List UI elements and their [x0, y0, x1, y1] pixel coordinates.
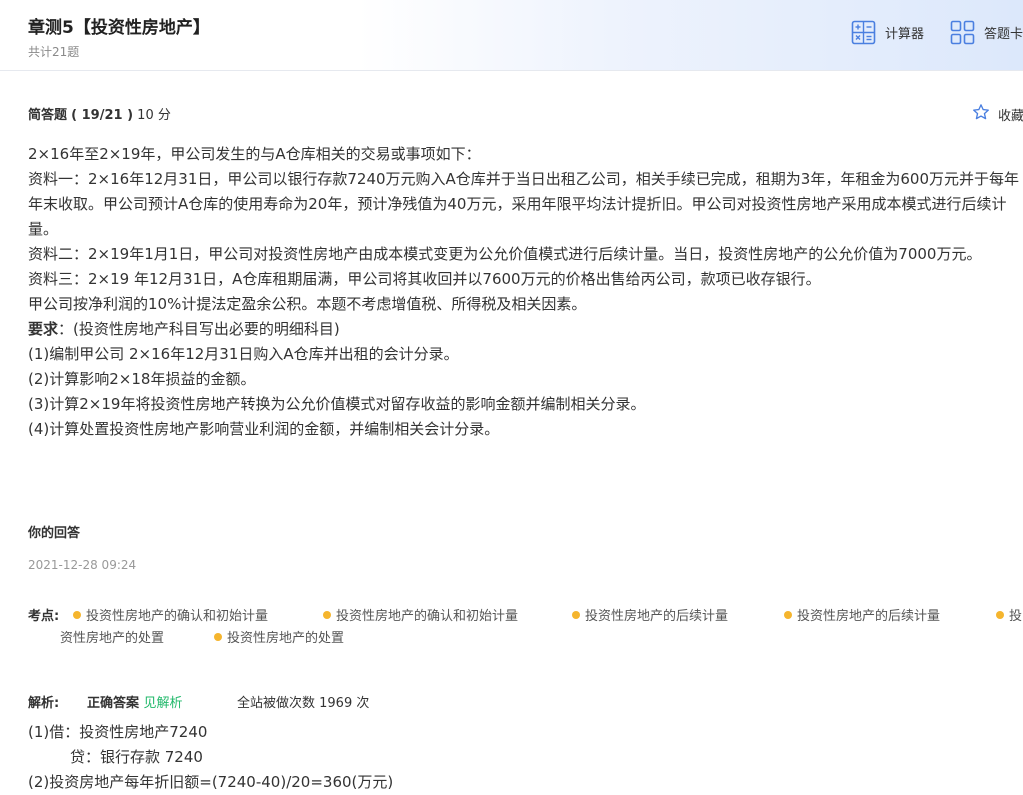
requirement-line: 要求：(投资性房地产科目写出必要的明细科目): [28, 317, 1023, 342]
page-title: 章测5【投资性房地产】: [28, 18, 210, 38]
question-stem: 2×16年至2×19年，甲公司发生的与A仓库相关的交易或事项如下： 资料一：2×…: [28, 142, 1023, 442]
question-score: 10 分: [137, 108, 171, 123]
dot-icon: [572, 611, 580, 619]
dot-icon: [73, 611, 81, 619]
stem-paragraph: 甲公司按净利润的10%计提法定盈余公积。本题不考虑增值税、所得税及相关因素。: [28, 295, 587, 313]
answer-date: 2021-12-28 09:24: [28, 558, 137, 572]
question-header: 简答题 ( 19/21 ) 10 分: [28, 104, 171, 123]
your-answer-title: 你的回答: [28, 526, 81, 541]
analysis-label: 解析:: [28, 696, 60, 711]
knowledge-point-item[interactable]: 投资性房地产的后续计量: [784, 606, 940, 628]
stem-paragraph: 资料三：2×19 年12月31日，A仓库租期届满，甲公司将其收回并以7600万元…: [28, 270, 821, 288]
favorite-button[interactable]: 收藏: [972, 103, 1023, 125]
page-header: 章测5【投资性房地产】 共计21题 计算器 答题卡: [0, 0, 1023, 71]
stem-paragraph: 资料二：2×19年1月1日，甲公司对投资性房地产由成本模式变更为公允价值模式进行…: [28, 245, 982, 263]
favorite-label: 收藏: [998, 108, 1023, 124]
requirement-item: (1)编制甲公司 2×16年12月31日购入A仓库并出租的会计分录。: [28, 345, 459, 363]
knowledge-points-label: 考点:: [28, 609, 60, 624]
requirement-item: (4)计算处置投资性房地产影响营业利润的金额，并编制相关会计分录。: [28, 420, 500, 438]
calculator-label: 计算器: [885, 27, 925, 42]
star-icon: [972, 103, 990, 125]
solution-text: (1)借：投资性房地产7240 贷：银行存款 7240 (2)投资房地产每年折旧…: [28, 720, 393, 795]
dot-icon: [323, 611, 331, 619]
knowledge-point-item[interactable]: 投资性房地产的处置: [214, 628, 344, 650]
requirement-item: (2)计算影响2×18年损益的金额。: [28, 370, 256, 388]
requirement-item: (3)计算2×19年将投资性房地产转换为公允价值模式对留存收益的影响金额并编制相…: [28, 395, 646, 413]
solution-line: (1)借：投资性房地产7240: [28, 723, 208, 741]
grid-icon: [950, 20, 975, 45]
attempt-count: 全站被做次数 1969 次: [237, 696, 370, 711]
answer-card-button[interactable]: 答题卡: [950, 20, 1023, 45]
stem-paragraph: 2×16年至2×19年，甲公司发生的与A仓库相关的交易或事项如下：: [28, 145, 481, 163]
requirement-label: 要求: [28, 320, 59, 338]
calculator-button[interactable]: 计算器: [851, 20, 924, 45]
solution-line: (2)投资房地产每年折旧额=(7240-40)/20=360(万元): [28, 773, 394, 791]
correct-answer: 正确答案 见解析: [87, 696, 183, 711]
dot-icon: [214, 633, 222, 641]
see-analysis-link[interactable]: 见解析: [144, 696, 183, 711]
knowledge-point-item[interactable]: 资性房地产的处置: [60, 628, 164, 650]
knowledge-point-item[interactable]: 投资性房地产的后续计量: [572, 606, 728, 628]
knowledge-point-item[interactable]: 投资性房地产的确认和初始计量: [73, 606, 268, 628]
question-progress: ( 19/21 ): [71, 108, 134, 123]
analysis-header: 解析: 正确答案 见解析 全站被做次数 1969 次: [28, 692, 369, 711]
answer-card-label: 答题卡: [984, 27, 1023, 42]
question-type: 简答题: [28, 108, 68, 123]
dot-icon: [996, 611, 1004, 619]
requirement-note: ：(投资性房地产科目写出必要的明细科目): [58, 320, 340, 338]
calculator-icon: [851, 20, 876, 45]
stem-paragraph: 资料一：2×16年12月31日，甲公司以银行存款7240万元购入A仓库并于当日出…: [28, 170, 1019, 238]
knowledge-point-item[interactable]: 投: [996, 606, 1022, 628]
dot-icon: [784, 611, 792, 619]
question-count: 共计21题: [28, 45, 80, 59]
knowledge-point-item[interactable]: 投资性房地产的确认和初始计量: [323, 606, 518, 628]
solution-line: 贷：银行存款 7240: [70, 748, 203, 766]
